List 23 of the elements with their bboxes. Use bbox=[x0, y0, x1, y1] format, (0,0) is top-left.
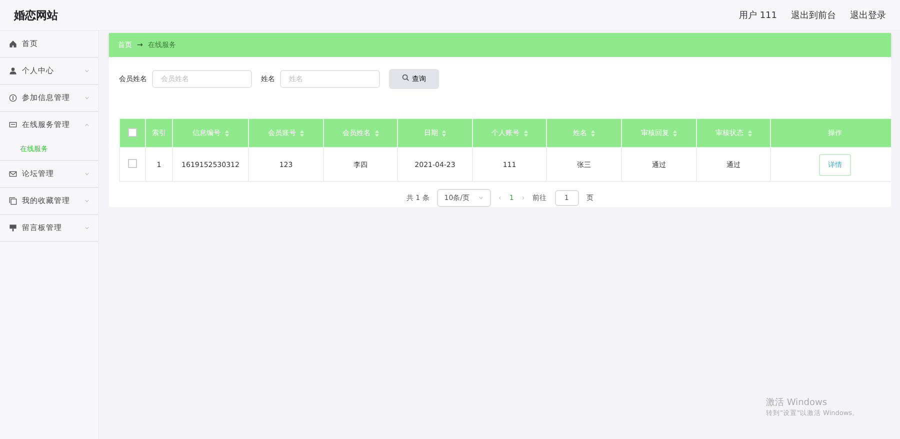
sort-icon[interactable] bbox=[442, 130, 446, 137]
sort-icon[interactable] bbox=[591, 130, 595, 137]
board-icon bbox=[9, 224, 17, 232]
site-title: 婚恋网站 bbox=[14, 8, 58, 22]
user-icon bbox=[9, 67, 17, 75]
sort-icon[interactable] bbox=[748, 130, 752, 137]
chevron-icon bbox=[478, 196, 484, 200]
header-link[interactable]: 退出到前台 bbox=[791, 8, 836, 22]
select-all-checkbox[interactable] bbox=[128, 128, 137, 136]
sort-icon[interactable] bbox=[524, 130, 528, 137]
sort-icon[interactable] bbox=[300, 130, 304, 137]
sort-icon[interactable] bbox=[673, 130, 677, 137]
info-icon bbox=[9, 94, 17, 102]
row-checkbox[interactable] bbox=[128, 159, 137, 168]
home-icon bbox=[9, 40, 17, 48]
sort-icon[interactable] bbox=[224, 130, 228, 137]
sort-icon[interactable] bbox=[374, 130, 378, 137]
search-icon bbox=[402, 74, 409, 81]
activation-title: 激活 Windows bbox=[766, 396, 828, 409]
user-label: 用户 111 bbox=[738, 10, 777, 22]
mail-icon bbox=[9, 170, 17, 178]
header-link[interactable]: 退出登录 bbox=[850, 8, 886, 22]
copy-icon bbox=[9, 197, 17, 205]
